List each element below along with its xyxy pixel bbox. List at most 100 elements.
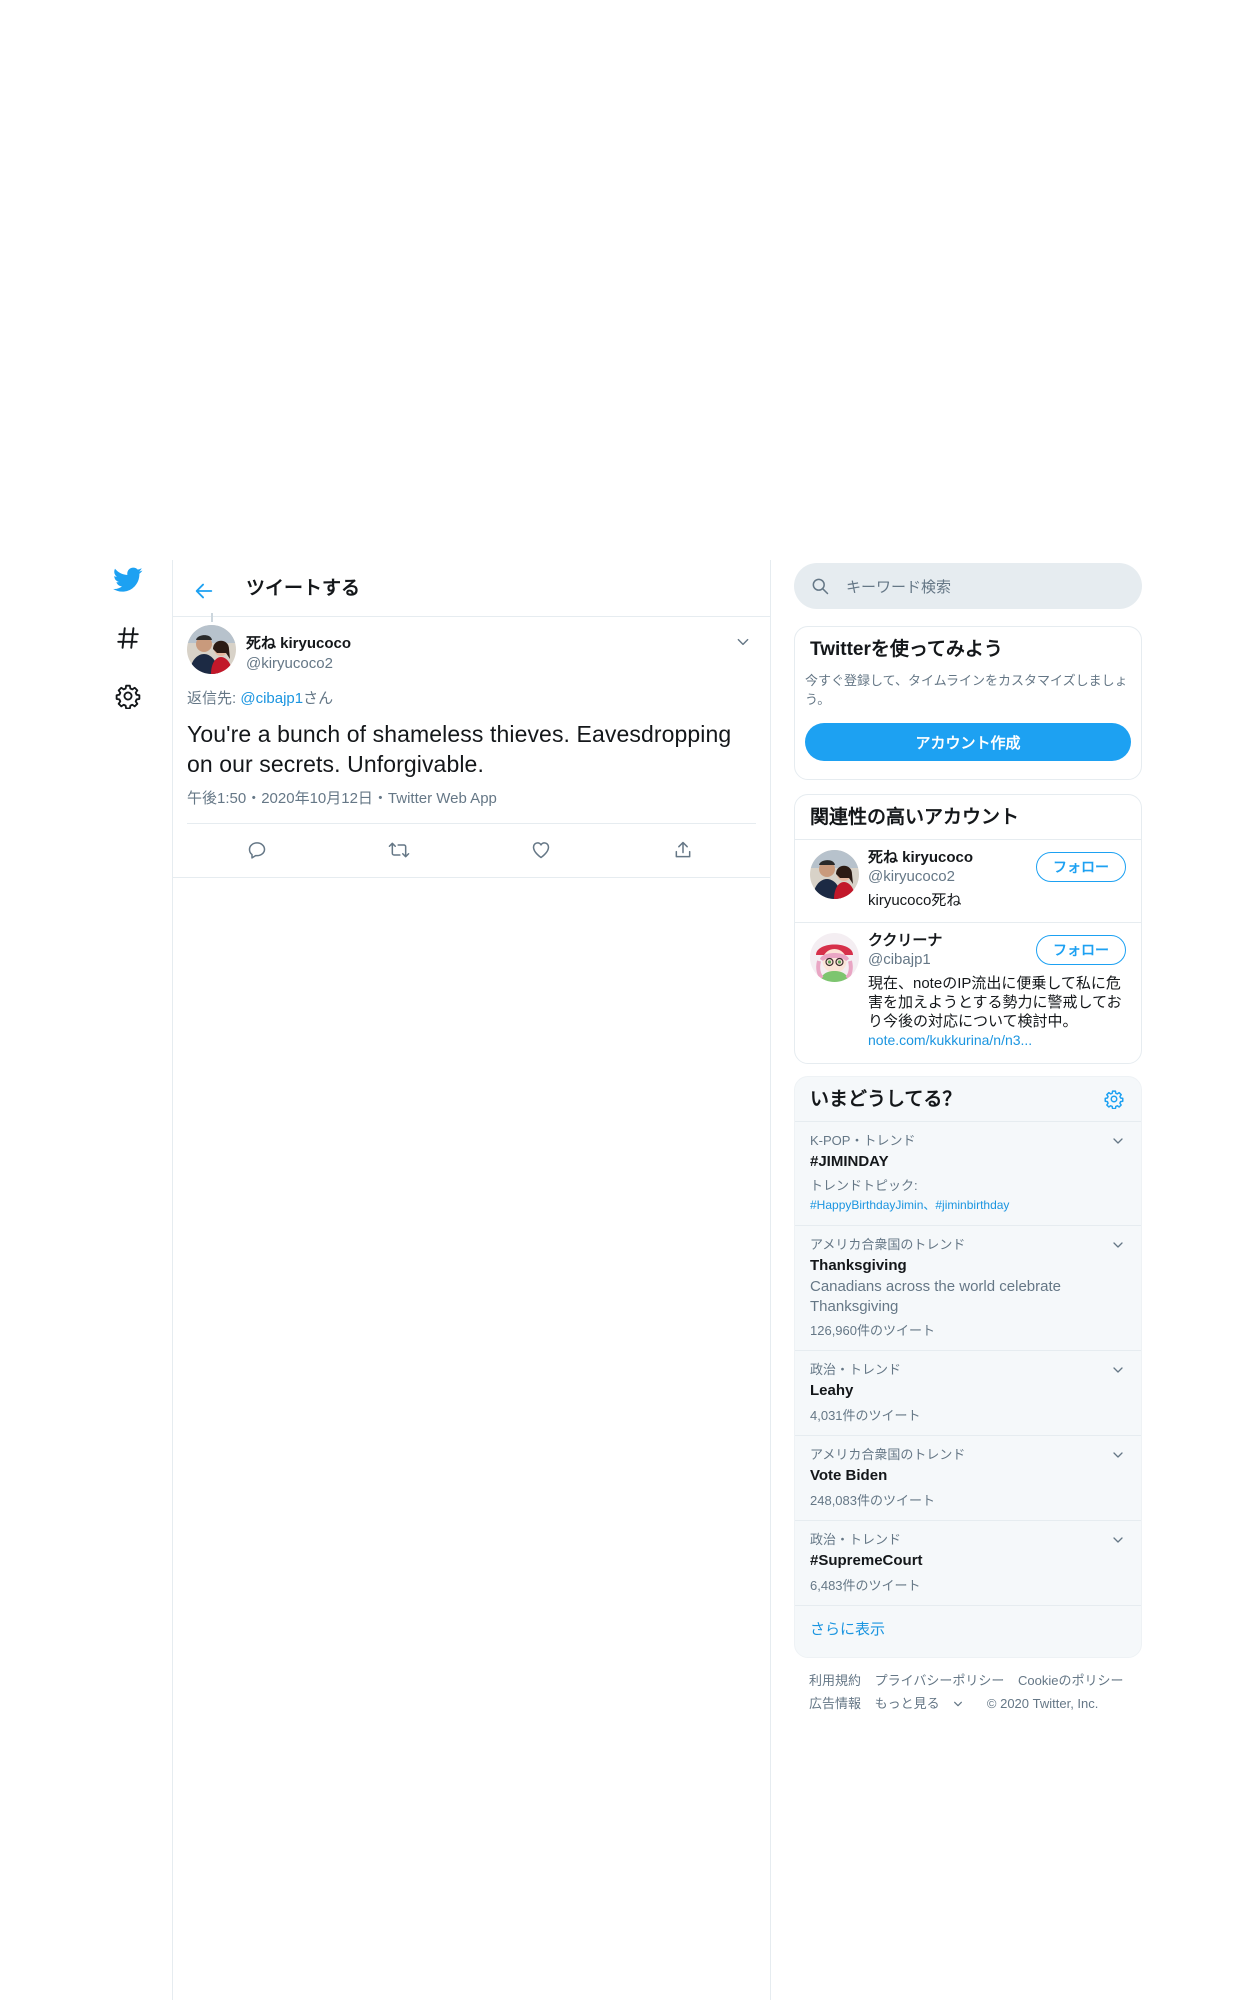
trend-menu-button[interactable] xyxy=(1107,1444,1129,1466)
signup-description: 今すぐ登録して、タイムラインをカスタマイズしましょう。 xyxy=(805,673,1128,707)
trend-context: アメリカ合衆国のトレンド xyxy=(810,1447,966,1462)
like-button[interactable] xyxy=(523,832,559,868)
twitter-bird-icon xyxy=(113,567,143,593)
trend-menu-button[interactable] xyxy=(1107,1234,1129,1256)
page-title: ツイートする xyxy=(246,578,361,599)
trend-item[interactable]: K-POP・トレンド #JIMINDAY トレンドトピック: #HappyBir… xyxy=(795,1121,1141,1225)
trend-name: #SupremeCourt xyxy=(810,1552,923,1569)
divider xyxy=(187,823,756,824)
tweet-author-name[interactable]: 死ね kiryucoco xyxy=(246,634,351,654)
tweet-menu-button[interactable] xyxy=(730,629,756,655)
account-handle: @kiryucoco2 xyxy=(868,868,955,885)
account-name[interactable]: 死ね kiryucoco xyxy=(868,848,973,868)
show-more-link[interactable]: さらに表示 xyxy=(810,1620,885,1640)
gear-icon xyxy=(115,683,141,709)
trends-settings-button[interactable] xyxy=(1101,1086,1127,1112)
trend-name: Leahy xyxy=(810,1382,854,1399)
footer-copyright: © 2020 Twitter, Inc. xyxy=(986,1696,1099,1711)
account-handle: @cibajp1 xyxy=(868,951,931,968)
chevron-down-icon xyxy=(1112,1135,1124,1147)
trend-name: Vote Biden xyxy=(810,1467,888,1484)
trend-item[interactable]: アメリカ合衆国のトレンド Vote Biden 248,083件のツイート xyxy=(795,1435,1141,1520)
chevron-down-icon xyxy=(1112,1534,1124,1546)
trend-topics[interactable]: #HappyBirthdayJimin、#jiminbirthday xyxy=(810,1196,1009,1214)
arrow-left-icon xyxy=(193,580,215,602)
trend-tweet-count: 126,960件のツイート xyxy=(810,1323,935,1338)
trend-context: 政治・トレンド xyxy=(810,1532,902,1547)
avatar[interactable] xyxy=(810,850,859,899)
account-bio: 現在、noteのIP流出に便乗して私に危害を加えようとする勢力に警戒しており今後… xyxy=(868,974,1130,1050)
search-bar xyxy=(794,563,1142,609)
footer-link-ads[interactable]: 広告情報 xyxy=(809,1696,861,1711)
search-input[interactable] xyxy=(844,571,1128,603)
trend-item[interactable]: 政治・トレンド Leahy 4,031件のツイート xyxy=(795,1350,1141,1435)
reply-to-link[interactable]: @cibajp1 xyxy=(240,690,303,707)
trend-description: Canadians across the world celebrate Tha… xyxy=(810,1278,1061,1315)
follow-button[interactable]: フォロー xyxy=(1036,852,1126,882)
heart-icon xyxy=(531,840,551,860)
avatar[interactable] xyxy=(810,933,859,982)
chevron-down-icon xyxy=(1112,1364,1124,1376)
create-account-button[interactable]: アカウント作成 xyxy=(805,723,1131,761)
gear-icon xyxy=(1104,1089,1124,1109)
account-bio-text: 現在、noteのIP流出に便乗して私に危害を加えようとする勢力に警戒しており今後… xyxy=(868,975,1122,1030)
page-header: ツイートする xyxy=(173,560,770,617)
account-item[interactable]: ククリーナ @cibajp1 現在、noteのIP流出に便乗して私に危害を加えよ… xyxy=(795,922,1141,1063)
tweet-timestamp[interactable]: 午後1:50・2020年10月12日・Twitter Web App xyxy=(187,789,497,809)
explore-button[interactable] xyxy=(110,620,146,656)
footer-link-terms[interactable]: 利用規約 xyxy=(809,1673,861,1688)
back-button[interactable] xyxy=(189,576,219,606)
footer-link-privacy[interactable]: プライバシーポリシー xyxy=(875,1673,1005,1688)
account-bio-link[interactable]: note.com/kukkurina/n/n3... xyxy=(868,1032,1032,1048)
chevron-down-icon xyxy=(1112,1239,1124,1251)
chevron-down-icon xyxy=(736,635,750,649)
trend-menu-button[interactable] xyxy=(1107,1359,1129,1381)
share-icon xyxy=(673,840,693,860)
trends-card: いまどうしてる？ K-POP・トレンド #JIMINDAY トレンドトピック: … xyxy=(794,1076,1142,1658)
avatar[interactable] xyxy=(187,625,236,674)
account-name[interactable]: ククリーナ xyxy=(868,931,942,951)
footer-link-more[interactable]: もっと見る xyxy=(875,1696,940,1711)
tweet-actions xyxy=(173,832,770,868)
reply-to-line: 返信先: @cibajp1さん xyxy=(187,689,333,709)
trend-context: 政治・トレンド xyxy=(810,1362,902,1377)
reply-to-suffix: さん xyxy=(303,690,334,707)
trend-tweet-count: 4,031件のツイート xyxy=(810,1408,921,1423)
trend-item[interactable]: 政治・トレンド #SupremeCourt 6,483件のツイート xyxy=(795,1520,1141,1605)
account-item[interactable]: 死ね kiryucoco @kiryucoco2 kiryucoco死ね フォロ… xyxy=(795,839,1141,922)
share-button[interactable] xyxy=(665,832,701,868)
reply-to-prefix: 返信先: xyxy=(187,690,241,707)
trend-menu-button[interactable] xyxy=(1107,1130,1129,1152)
related-accounts-card: 関連性の高いアカウント 死ね kiryucoco @kiryucoco2 kir… xyxy=(794,794,1142,1064)
chevron-down-icon xyxy=(1112,1449,1124,1461)
trend-tweet-count: 6,483件のツイート xyxy=(810,1578,921,1593)
account-bio: kiryucoco死ね xyxy=(868,892,962,909)
tweet-author-handle[interactable]: @kiryucoco2 xyxy=(246,654,333,674)
hashtag-icon xyxy=(115,625,141,651)
trend-context: K-POP・トレンド xyxy=(810,1133,916,1148)
trends-title: いまどうしてる？ xyxy=(810,1089,962,1110)
footer-more[interactable]: もっと見る xyxy=(875,1696,974,1711)
tweet-text: You're a bunch of shameless thieves. Eav… xyxy=(187,721,732,777)
trend-item[interactable]: アメリカ合衆国のトレンド Thanksgiving Canadians acro… xyxy=(795,1225,1141,1350)
footer-link-cookies[interactable]: Cookieのポリシー xyxy=(1018,1673,1123,1688)
reply-icon xyxy=(247,840,267,860)
thread-connector xyxy=(211,613,213,622)
signup-title: Twitterを使ってみよう xyxy=(810,639,1003,660)
trend-menu-button[interactable] xyxy=(1107,1529,1129,1551)
signup-card: Twitterを使ってみよう 今すぐ登録して、タイムラインをカスタマイズしましょ… xyxy=(794,626,1142,780)
reply-button[interactable] xyxy=(239,832,275,868)
main-column: ツイートする 死ね kiryucoco @kiryucoco2 返信先: @ci xyxy=(172,560,771,2000)
retweet-button[interactable] xyxy=(381,832,417,868)
chevron-down-icon xyxy=(953,1699,963,1709)
footer: 利用規約 プライバシーポリシー Cookieのポリシー 広告情報 もっと見る ©… xyxy=(809,1669,1139,1715)
trend-name: #JIMINDAY xyxy=(810,1153,889,1170)
search-icon xyxy=(810,576,830,596)
show-more-row[interactable]: さらに表示 xyxy=(795,1605,1141,1657)
twitter-logo-link[interactable] xyxy=(110,562,146,598)
follow-button[interactable]: フォロー xyxy=(1036,935,1126,965)
trend-topic-label: トレンドトピック: xyxy=(810,1178,918,1193)
settings-button[interactable] xyxy=(110,678,146,714)
related-title: 関連性の高いアカウント xyxy=(810,807,1020,828)
tweet: 死ね kiryucoco @kiryucoco2 返信先: @cibajp1さん… xyxy=(173,613,770,878)
